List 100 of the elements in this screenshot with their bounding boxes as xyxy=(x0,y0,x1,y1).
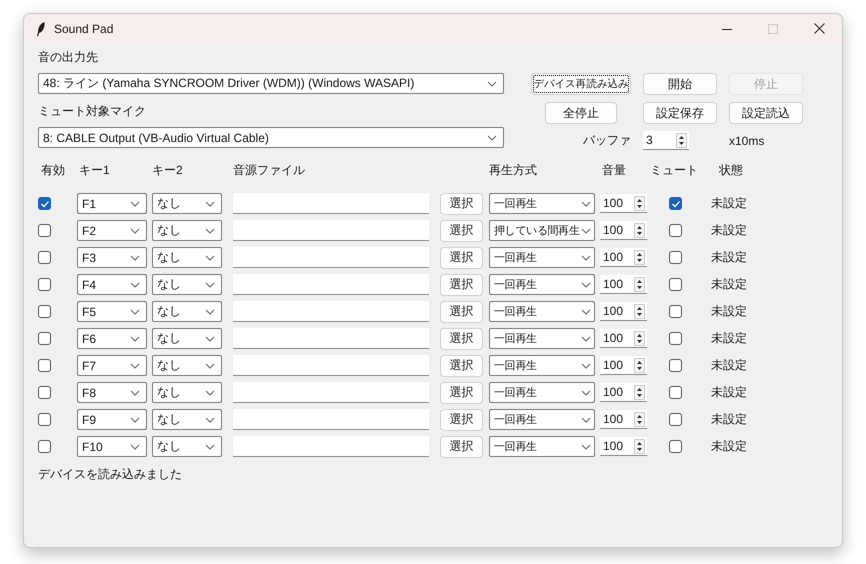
select-button[interactable]: 選択 xyxy=(440,246,483,268)
spinbox[interactable]: 100 xyxy=(600,437,647,456)
file-path-field[interactable] xyxy=(233,247,429,268)
file-path-field[interactable] xyxy=(233,382,429,403)
key-dropdown[interactable]: F10 xyxy=(77,436,147,457)
select-button[interactable]: 選択 xyxy=(440,300,483,322)
select-button[interactable]: 選択 xyxy=(440,220,483,242)
playback-mode-dropdown[interactable]: 一回再生 xyxy=(489,436,595,457)
file-path-field[interactable] xyxy=(233,328,429,349)
spinbox[interactable]: 100 xyxy=(600,356,647,375)
key-dropdown[interactable]: なし xyxy=(152,436,222,457)
up-down-arrows-icon[interactable] xyxy=(634,358,645,372)
checkbox[interactable] xyxy=(669,386,682,399)
up-down-arrows-icon[interactable] xyxy=(634,412,645,426)
key-dropdown[interactable]: なし xyxy=(152,274,222,295)
spinbox[interactable]: 100 xyxy=(600,248,647,267)
key-dropdown[interactable]: F5 xyxy=(77,301,147,322)
playback-mode-dropdown[interactable]: 一回再生 xyxy=(489,328,595,349)
select-button[interactable]: 選択 xyxy=(440,408,483,430)
key-dropdown[interactable]: なし xyxy=(152,301,222,322)
output-device-dropdown[interactable]: 48: ライン (Yamaha SYNCROOM Driver (WDM)) (Windows WASAPI) xyxy=(38,73,504,94)
playback-mode-dropdown[interactable]: 一回再生 xyxy=(489,409,595,430)
up-down-arrows-icon[interactable] xyxy=(634,330,645,346)
spinbox[interactable]: 100 xyxy=(600,194,647,213)
key-dropdown[interactable]: F4 xyxy=(77,274,147,295)
chevron-icon xyxy=(130,444,140,450)
file-path-field[interactable] xyxy=(233,436,429,457)
file-path-field[interactable] xyxy=(233,301,429,322)
playback-mode-dropdown[interactable]: 一回再生 xyxy=(489,355,595,376)
key-dropdown[interactable]: F1 xyxy=(77,193,147,214)
playback-mode-dropdown[interactable]: 一回再生 xyxy=(489,193,595,214)
select-button[interactable]: 選択 xyxy=(440,328,483,350)
checkbox[interactable] xyxy=(669,251,682,264)
checkbox[interactable] xyxy=(669,197,682,210)
spinbox[interactable]: 100 xyxy=(600,275,647,294)
button[interactable]: 全停止 xyxy=(545,102,617,124)
file-path-field[interactable] xyxy=(233,193,429,214)
checkbox[interactable] xyxy=(38,278,51,291)
file-path-field[interactable] xyxy=(233,355,429,376)
up-down-arrows-icon[interactable] xyxy=(634,438,645,454)
file-path-field[interactable] xyxy=(233,220,429,241)
select-button[interactable]: 選択 xyxy=(440,354,483,376)
checkbox[interactable] xyxy=(669,224,682,237)
select-button[interactable]: 選択 xyxy=(440,436,483,458)
spinbox[interactable]: 100 xyxy=(600,383,647,402)
key-dropdown[interactable]: なし xyxy=(152,355,222,376)
checkbox[interactable] xyxy=(38,332,51,345)
checkbox[interactable] xyxy=(38,386,51,399)
up-down-arrows-icon[interactable] xyxy=(634,384,645,400)
button[interactable]: 設定保存 xyxy=(643,102,717,124)
key-dropdown[interactable]: F2 xyxy=(77,220,147,241)
up-down-arrows-icon[interactable] xyxy=(676,132,687,148)
key-dropdown[interactable]: F9 xyxy=(77,409,147,430)
checkbox[interactable] xyxy=(669,278,682,291)
key-dropdown[interactable]: F6 xyxy=(77,328,147,349)
up-down-arrows-icon[interactable] xyxy=(634,304,645,318)
key-dropdown[interactable]: なし xyxy=(152,193,222,214)
spinbox[interactable]: 100 xyxy=(600,329,647,348)
up-down-arrows-icon[interactable] xyxy=(634,276,645,292)
select-button[interactable]: 選択 xyxy=(440,274,483,296)
file-path-field[interactable] xyxy=(233,409,429,430)
key-dropdown[interactable]: なし xyxy=(152,328,222,349)
playback-mode-dropdown[interactable]: 一回再生 xyxy=(489,274,595,295)
checkbox[interactable] xyxy=(669,359,682,372)
checkbox[interactable] xyxy=(669,413,682,426)
select-button[interactable]: 選択 xyxy=(440,382,483,404)
checkbox[interactable] xyxy=(38,224,51,237)
playback-mode-dropdown[interactable]: 押している間再生 xyxy=(489,220,595,241)
key-dropdown[interactable]: なし xyxy=(152,382,222,403)
up-down-arrows-icon[interactable] xyxy=(634,222,645,238)
checkbox[interactable] xyxy=(38,359,51,372)
key-dropdown[interactable]: なし xyxy=(152,220,222,241)
checkbox[interactable] xyxy=(38,251,51,264)
key-dropdown[interactable]: F3 xyxy=(77,247,147,268)
spinbox[interactable]: 100 xyxy=(600,302,647,321)
checkbox[interactable] xyxy=(669,305,682,318)
spinbox[interactable]: 3 xyxy=(643,131,689,150)
key-dropdown[interactable]: なし xyxy=(152,247,222,268)
checkbox[interactable] xyxy=(669,332,682,345)
playback-mode-dropdown[interactable]: 一回再生 xyxy=(489,382,595,403)
button[interactable]: 開始 xyxy=(643,73,717,95)
button[interactable]: デバイス再読み込み xyxy=(531,73,631,95)
key-dropdown[interactable]: なし xyxy=(152,409,222,430)
microphone-dropdown[interactable]: 8: CABLE Output (VB-Audio Virtual Cable) xyxy=(38,127,504,148)
up-down-arrows-icon[interactable] xyxy=(634,250,645,264)
spinbox[interactable]: 100 xyxy=(600,221,647,240)
up-down-arrows-icon[interactable] xyxy=(634,196,645,210)
file-path-field[interactable] xyxy=(233,274,429,295)
spinbox[interactable]: 100 xyxy=(600,410,647,429)
button[interactable]: 設定読込 xyxy=(729,102,803,124)
checkbox[interactable] xyxy=(38,305,51,318)
playback-mode-dropdown[interactable]: 一回再生 xyxy=(489,247,595,268)
select-button[interactable]: 選択 xyxy=(440,192,483,214)
checkbox[interactable] xyxy=(38,197,51,210)
checkbox[interactable] xyxy=(669,440,682,453)
key-dropdown[interactable]: F7 xyxy=(77,355,147,376)
checkbox[interactable] xyxy=(38,413,51,426)
key-dropdown[interactable]: F8 xyxy=(77,382,147,403)
checkbox[interactable] xyxy=(38,440,51,453)
playback-mode-dropdown[interactable]: 一回再生 xyxy=(489,301,595,322)
